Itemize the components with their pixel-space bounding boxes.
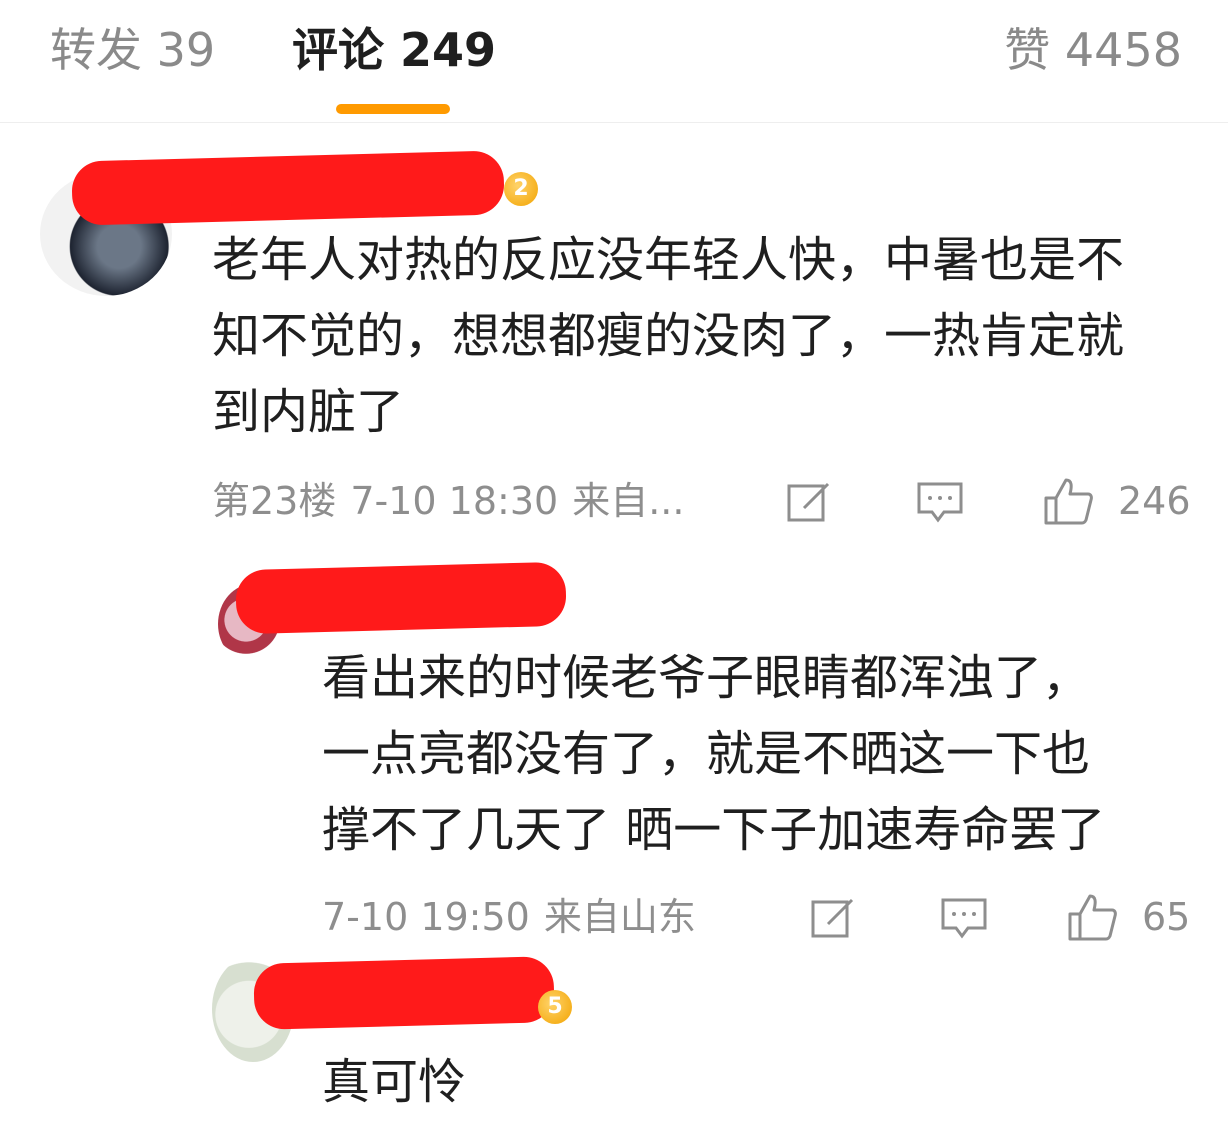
timestamp: 7-10 18:30 [350,479,559,523]
source-location: 来自... [572,479,685,523]
floor-number: 第23楼 [212,479,337,523]
comment-text: 老年人对热的反应没年轻人快，中暑也是不 知不觉的，想想都瘦的没肉了，一热肯定就 … [212,222,1124,450]
comment-line: 老年人对热的反应没年轻人快，中暑也是不 [212,232,1125,288]
timestamp: 7-10 19:50 [322,895,530,939]
comment-line: 一点亮都没有了，就是不晒这一下也 [322,726,1091,782]
redacted-username [235,561,567,635]
comment-bubble-icon[interactable] [940,896,988,940]
comment-tabs: 转发 39 评论 249 赞 4458 [0,0,1228,123]
redacted-username [71,150,505,226]
like-count: 65 [1142,895,1191,939]
active-tab-indicator [336,104,450,114]
edit-square-icon[interactable] [786,480,834,524]
tab-repost[interactable]: 转发 39 [50,22,215,78]
source-location: 来自山东 [543,895,696,939]
comment-line: 看出来的时候老爷子眼睛都浑浊了， [322,650,1091,706]
edit-square-icon[interactable] [810,896,858,940]
comment-text: 看出来的时候老爷子眼睛都浑浊了， 一点亮都没有了，就是不晒这一下也 撑不了几天了… [322,640,1105,868]
comment-line: 真可怜 [322,1054,467,1110]
comment-text: 真可怜 [322,1044,466,1120]
like-count: 246 [1118,479,1191,523]
tab-likes[interactable]: 赞 4458 [1004,22,1182,78]
thumbs-up-icon[interactable] [1042,476,1094,526]
comment-line: 撑不了几天了 晒一下子加速寿命罢了 [322,802,1106,858]
comment-meta: 第23楼 7-10 18:30 来自... [212,478,684,524]
comment-meta: 7-10 19:50 来自山东 [322,894,696,940]
comment-line: 知不觉的，想想都瘦的没肉了，一热肯定就 [212,308,1125,364]
comment-bubble-icon[interactable] [916,480,964,524]
level-badge-icon: 2 [504,172,538,206]
thumbs-up-icon[interactable] [1066,892,1118,942]
level-badge-icon: 5 [538,990,572,1024]
comment-line: 到内脏了 [212,384,405,440]
redacted-username [253,956,555,1030]
tab-comments[interactable]: 评论 249 [292,22,496,78]
